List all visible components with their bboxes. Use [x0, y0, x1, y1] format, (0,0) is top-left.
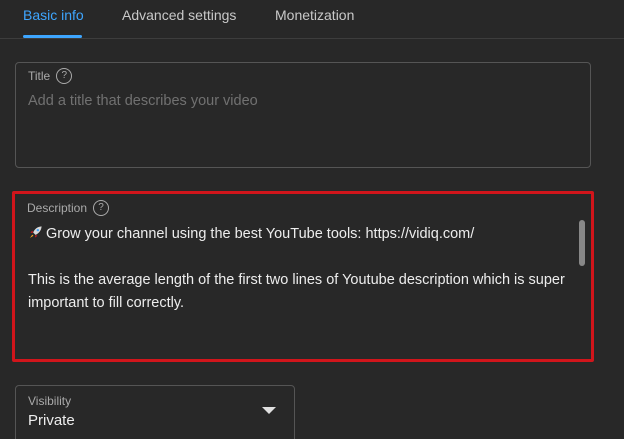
- video-details-panel: Basic info Advanced settings Monetizatio…: [0, 0, 624, 439]
- dropdown-arrow-icon[interactable]: [262, 407, 276, 414]
- visibility-select[interactable]: Visibility Private: [15, 385, 295, 439]
- title-label-row: Title ?: [28, 68, 73, 84]
- description-blank-line: [28, 246, 568, 269]
- active-tab-indicator: [23, 35, 82, 38]
- title-help-icon[interactable]: ?: [56, 68, 73, 84]
- visibility-value: Private: [28, 412, 75, 429]
- description-line-1-text: Grow your channel using the best YouTube…: [46, 226, 475, 242]
- tab-monetization[interactable]: Monetization: [275, 7, 354, 23]
- tab-advanced-settings[interactable]: Advanced settings: [122, 7, 236, 23]
- description-field[interactable]: Description ? Grow your channel using th…: [12, 191, 594, 362]
- title-label: Title: [28, 69, 51, 83]
- tab-bar: Basic info Advanced settings Monetizatio…: [0, 0, 624, 39]
- description-label-row: Description ?: [27, 200, 110, 216]
- rocket-icon: [29, 226, 42, 238]
- visibility-label: Visibility: [28, 394, 72, 408]
- tab-basic-info[interactable]: Basic info: [23, 7, 84, 23]
- description-label: Description: [27, 201, 88, 215]
- description-line-1: Grow your channel using the best YouTube…: [28, 223, 568, 246]
- description-scrollbar[interactable]: [579, 220, 585, 266]
- visibility-label-row: Visibility: [28, 394, 71, 408]
- description-line-2: This is the average length of the first …: [28, 272, 565, 311]
- description-text[interactable]: Grow your channel using the best YouTube…: [28, 223, 568, 315]
- title-field[interactable]: Title ? Add a title that describes your …: [15, 62, 591, 168]
- description-help-icon[interactable]: ?: [93, 200, 110, 216]
- title-placeholder[interactable]: Add a title that describes your video: [28, 93, 258, 109]
